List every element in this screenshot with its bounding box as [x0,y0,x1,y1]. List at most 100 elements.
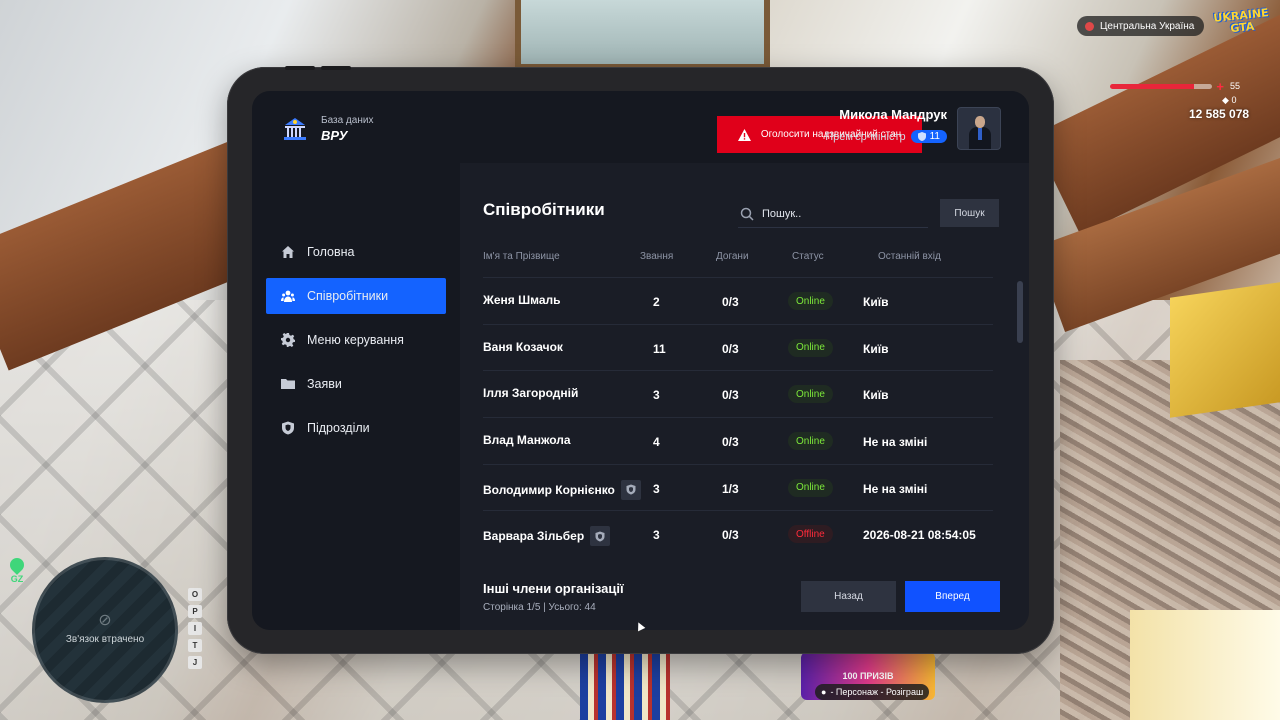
user-role: Прем'єр-міністр [825,130,906,143]
hotkey-key: P [188,605,202,618]
brand-subtitle: База даних [321,115,374,126]
region-label: Центральна Україна [1100,20,1195,32]
employee-name: Варвара Зільбер [483,529,585,544]
status-badge: Online [788,292,833,310]
health-bar: + 55 [1110,78,1240,94]
employee-rank: 3 [653,481,660,496]
shield-icon [281,421,295,435]
sidebar-item-shield[interactable]: Підрозділи [266,410,446,446]
location-pin-icon [7,555,27,575]
table-row[interactable]: Варвара Зільбер 3 0/3 Offline 2026-08-21 08:… [483,510,993,557]
status-badge: Online [788,385,833,404]
shield-icon [917,132,926,141]
armor-icon: ◆ [1222,95,1229,105]
shield-icon [620,479,641,500]
brand: База даних ВРУ [281,115,373,143]
game-background-window [515,0,770,70]
sidebar-item-gear[interactable]: Меню керування [266,322,446,358]
promo-caption: ● - Персонаж - Розіграш [815,684,930,700]
health-fill [1110,83,1194,89]
region-icon [1085,21,1094,31]
back-button[interactable]: Назад [801,581,896,612]
users-icon [281,289,295,303]
employee-rank: 11 [653,341,666,356]
sidebar-item-folder[interactable]: Заяви [266,366,446,402]
avatar[interactable] [957,107,1001,150]
sidebar-item-label: Заяви [307,377,342,391]
region-indicator: Центральна Україна [1077,16,1205,36]
game-background-carpet [580,650,670,720]
employee-last-login: 2026-08-21 08:54:05 [863,528,976,543]
table-row[interactable]: Ваня Козачок 11 0/3 Online Київ [483,323,993,371]
game-background-door [1170,282,1280,418]
gps-indicator: GZ [7,555,27,588]
search-button[interactable]: Пошук [940,199,999,227]
employee-rank: 2 [653,295,660,309]
employee-last-login: Київ [863,341,889,356]
column-header-rank: Звання [640,251,674,262]
game-logo: UKRAINE GTA [1212,6,1270,36]
sidebar-item-label: Меню керування [307,333,404,347]
table-row[interactable]: Ілля Загородній 3 0/3 Online Київ [483,370,993,417]
folder-icon [281,377,295,391]
employee-table: Женя Шмаль 2 0/3 Online Київ Ваня Козачок 11 0/… [483,277,993,557]
search-input[interactable] [762,207,912,220]
brand-title: ВРУ [321,128,348,143]
home-icon [281,245,295,259]
hotkey-key: J [188,656,202,669]
sidebar-nav: Головна Співробітники Меню керування Заяви П… [266,234,446,454]
status-badge: Offline [788,525,833,544]
gear-icon [281,333,295,347]
sidebar-item-home[interactable]: Головна [266,234,446,270]
employee-name: Влад Манжола [483,433,571,448]
minimap-status: Зв'язок втрачено [65,634,145,645]
employee-warnings: 0/3 [722,295,739,309]
tablet-side-button [285,66,315,70]
next-button[interactable]: Вперед [905,581,1000,612]
employee-name: Ілля Загородній [483,386,579,401]
hotkey-list: OPITJ [188,588,202,669]
employee-name: Володимир Корнієнко [483,482,615,497]
employee-name: Женя Шмаль [483,293,561,307]
shield-icon [590,526,611,547]
sidebar-item-label: Співробітники [307,289,389,303]
column-header-warnings: Догани [716,251,749,262]
employee-warnings: 0/3 [722,435,739,450]
scrollbar[interactable] [1017,281,1023,343]
employee-last-login: Київ [863,388,889,403]
money-counter: 12 585 078 [1189,107,1250,121]
health-icon: + [1216,78,1224,94]
table-row[interactable]: Женя Шмаль 2 0/3 Online Київ [483,277,993,324]
rank-badge: 11 [910,130,947,143]
tablet-screen: База даних ВРУ Головна Співробітники Меню … [252,91,1029,630]
sidebar: База даних ВРУ Головна Співробітники Меню … [252,91,460,630]
status-badge: Online [788,432,833,451]
armor-indicator: ◆ 0 [1222,95,1236,106]
employee-rank: 3 [653,528,660,543]
employee-warnings: 1/3 [722,481,739,496]
column-header-last-login: Останній вхід [878,251,941,262]
minimap: ⊘ Зв'язок втрачено [32,557,178,703]
hotkey-key: O [188,588,202,601]
parliament-icon [281,116,309,142]
health-value: 55 [1229,81,1240,91]
employee-last-login: Не на зміні [863,481,928,496]
table-row[interactable]: Володимир Корнієнко 3 1/3 Online Не на зміні [483,463,993,511]
tablet-side-button [321,66,351,70]
circle-icon: ● [821,687,827,697]
employee-last-login: Київ [863,295,889,309]
no-signal-icon: ⊘ [98,612,112,629]
armor-value: 0 [1231,95,1237,105]
hotkey-key: T [188,639,202,652]
status-badge: Online [788,338,833,357]
other-members-title: Інші члени організації [483,581,624,596]
user-name: Микола Мандрук [839,107,947,122]
sidebar-item-label: Головна [307,245,355,259]
employee-rank: 3 [653,388,660,403]
employee-last-login: Не на зміні [863,435,928,450]
sidebar-item-label: Підрозділи [307,421,370,435]
table-row[interactable]: Влад Манжола 4 0/3 Online Не на зміні [483,417,993,464]
sidebar-item-users[interactable]: Співробітники [266,278,446,314]
warning-icon [737,128,751,141]
column-header-name: Ім'я та Прізвище [483,251,560,262]
